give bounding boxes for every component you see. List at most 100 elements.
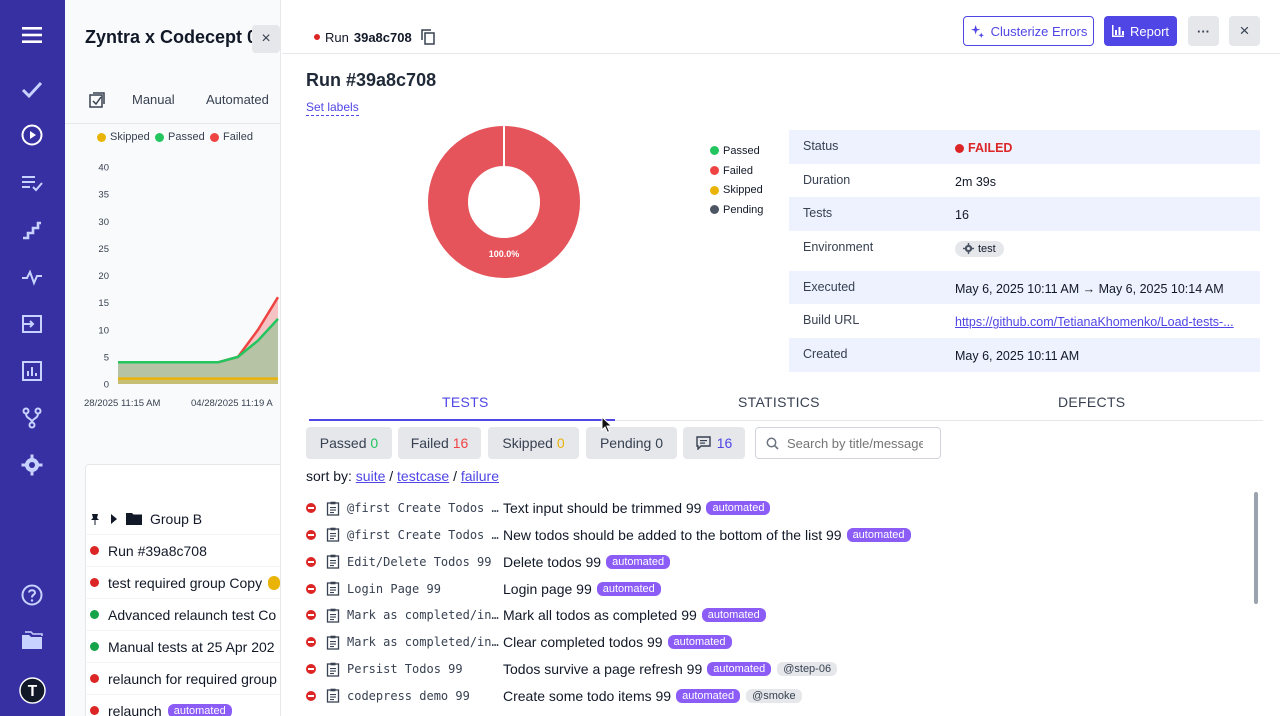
filter-skipped-button[interactable]: Skipped 0	[488, 427, 579, 459]
nav-rail: T	[0, 0, 65, 716]
sparkle-icon	[970, 24, 984, 38]
filter-pending-button[interactable]: Pending 0	[586, 427, 677, 459]
report-button[interactable]: Report	[1104, 16, 1177, 46]
checklist-icon[interactable]	[17, 168, 47, 198]
play-circle-icon[interactable]	[17, 120, 47, 150]
tab-tests[interactable]: TESTS	[442, 394, 489, 410]
test-suite: codepress demo 99	[347, 688, 470, 703]
sort-testcase-link[interactable]: testcase	[397, 468, 449, 484]
test-row[interactable]: Login Page 99 Login page 99 automated	[306, 576, 1236, 602]
sort-label: sort by:	[306, 468, 352, 484]
legend-label: Failed	[223, 131, 253, 143]
build-url-link[interactable]: https://github.com/TetianaKhomenko/Load-…	[955, 315, 1234, 329]
copy-icon[interactable]	[420, 29, 435, 45]
failed-status-icon	[306, 503, 316, 513]
sort-separator: /	[453, 468, 457, 484]
sort-separator: /	[389, 468, 394, 484]
sort-suite-link[interactable]: suite	[356, 468, 386, 484]
help-icon[interactable]	[17, 580, 47, 610]
tree-run-label: test required group Copy	[108, 574, 263, 591]
failed-status-icon	[306, 583, 316, 594]
test-title: Todos survive a page refresh 99	[503, 661, 703, 678]
menu-icon[interactable]	[17, 20, 47, 50]
clipboard-icon	[326, 635, 340, 650]
filter-passed-button[interactable]: Passed 0	[306, 427, 392, 459]
tree-run-label: Advanced relaunch test Co	[108, 606, 277, 623]
y-tick-label: 10	[98, 325, 109, 336]
y-tick-label: 35	[98, 190, 109, 201]
report-label: Report	[1129, 23, 1170, 39]
select-all-icon[interactable]	[88, 91, 106, 109]
tree-run-row[interactable]: test required group Copy	[86, 567, 280, 599]
branch-icon[interactable]	[17, 403, 47, 433]
clipboard-icon	[326, 689, 340, 704]
panel-close-button[interactable]: ×	[252, 25, 280, 53]
test-title: Create some todo items 99	[503, 687, 672, 704]
close-run-button[interactable]: ×	[1229, 16, 1260, 46]
tab-automated[interactable]: Automated	[206, 92, 269, 107]
failed-status-icon	[90, 578, 99, 587]
y-tick-label: 30	[98, 217, 109, 228]
more-button[interactable]: ···	[1188, 16, 1219, 46]
panel-tabs: Manual Automated	[65, 86, 280, 114]
tag-badge: @step-06	[777, 662, 838, 677]
clipboard-icon	[326, 501, 340, 516]
tree-group-row[interactable]: Group B	[86, 503, 280, 535]
filter-failed-button[interactable]: Failed 16	[398, 427, 481, 459]
tree-run-row[interactable]: Run #39a8c708	[86, 535, 280, 567]
runs-trend-chart: 40 35 30 25 20 15 10 5 0 28/2025 11:15 AM 04/28/20…	[84, 163, 280, 409]
automated-badge: automated	[701, 608, 766, 623]
test-suite: Persist Todos 99	[347, 662, 463, 677]
status-badge: FAILED	[955, 141, 1012, 155]
test-row[interactable]: @first Create Todos 99 New todos should b…	[306, 522, 1236, 548]
test-row[interactable]: codepress demo 99 Create some todo items …	[306, 683, 1236, 709]
search-input[interactable]	[787, 435, 923, 451]
filter-label: Pending	[599, 435, 652, 451]
tree-run-row[interactable]: relaunch automated	[86, 695, 280, 716]
folder-icon[interactable]	[17, 626, 47, 656]
tab-manual[interactable]: Manual	[132, 92, 175, 107]
failed-status-icon	[306, 690, 316, 701]
info-key: Duration	[803, 172, 851, 187]
set-labels-link[interactable]: Set labels	[306, 100, 359, 116]
pin-icon[interactable]	[90, 513, 100, 525]
legend-skipped: Skipped	[97, 131, 150, 143]
test-row[interactable]: Edit/Delete Todos 99 Delete todos 99 autom…	[306, 549, 1236, 575]
legend-dot	[155, 132, 164, 142]
pulse-icon[interactable]	[17, 262, 47, 292]
filter-comments-button[interactable]: 16	[683, 427, 745, 459]
pie-legend-skipped: Skipped	[710, 180, 763, 200]
tests-scrollbar[interactable]	[1254, 492, 1258, 604]
test-row[interactable]: Mark as completed/incomplete 99Clear com…	[306, 629, 1236, 655]
failed-status-icon	[90, 706, 99, 715]
tab-statistics[interactable]: STATISTICS	[738, 394, 820, 410]
detail-tabs: TESTS STATISTICS DEFECTS	[309, 388, 1263, 421]
filter-count: 0	[370, 435, 379, 451]
run-detail: Run 39a8c708 Clusterize Errors Report ··…	[282, 0, 1280, 716]
checkmark-icon[interactable]	[17, 74, 47, 104]
info-key: Build URL	[803, 313, 860, 328]
search-icon	[766, 437, 779, 450]
sort-failure-link[interactable]: failure	[461, 468, 499, 484]
caret-right-icon[interactable]	[110, 513, 118, 524]
test-row[interactable]: @first Create Todos 99 Text input should …	[306, 495, 1236, 521]
steps-icon[interactable]	[17, 215, 47, 245]
import-icon[interactable]	[17, 309, 47, 339]
tab-defects[interactable]: DEFECTS	[1058, 394, 1125, 410]
automated-badge: automated	[606, 554, 671, 569]
tree-run-row[interactable]: relaunch for required group	[86, 663, 280, 695]
test-row[interactable]: Mark as completed/incomplete 99Mark all …	[306, 602, 1236, 628]
clusterize-errors-button[interactable]: Clusterize Errors	[963, 16, 1094, 46]
tree-run-row[interactable]: Advanced relaunch test Co	[86, 599, 280, 631]
y-tick-label: 15	[98, 298, 109, 309]
environment-chip[interactable]: test	[955, 240, 1004, 257]
test-row[interactable]: Persist Todos 99 Todos survive a page ref…	[306, 656, 1236, 682]
analytics-icon[interactable]	[17, 356, 47, 386]
tree-run-row[interactable]: Manual tests at 25 Apr 202	[86, 631, 280, 663]
clipboard-icon	[326, 528, 340, 542]
filter-label: Passed	[319, 435, 367, 451]
info-row-build-url: Build URL https://github.com/TetianaKhom…	[789, 304, 1260, 338]
avatar-icon[interactable]: T	[17, 675, 47, 705]
settings-icon[interactable]	[17, 450, 47, 480]
legend-label: Passed	[168, 131, 205, 143]
